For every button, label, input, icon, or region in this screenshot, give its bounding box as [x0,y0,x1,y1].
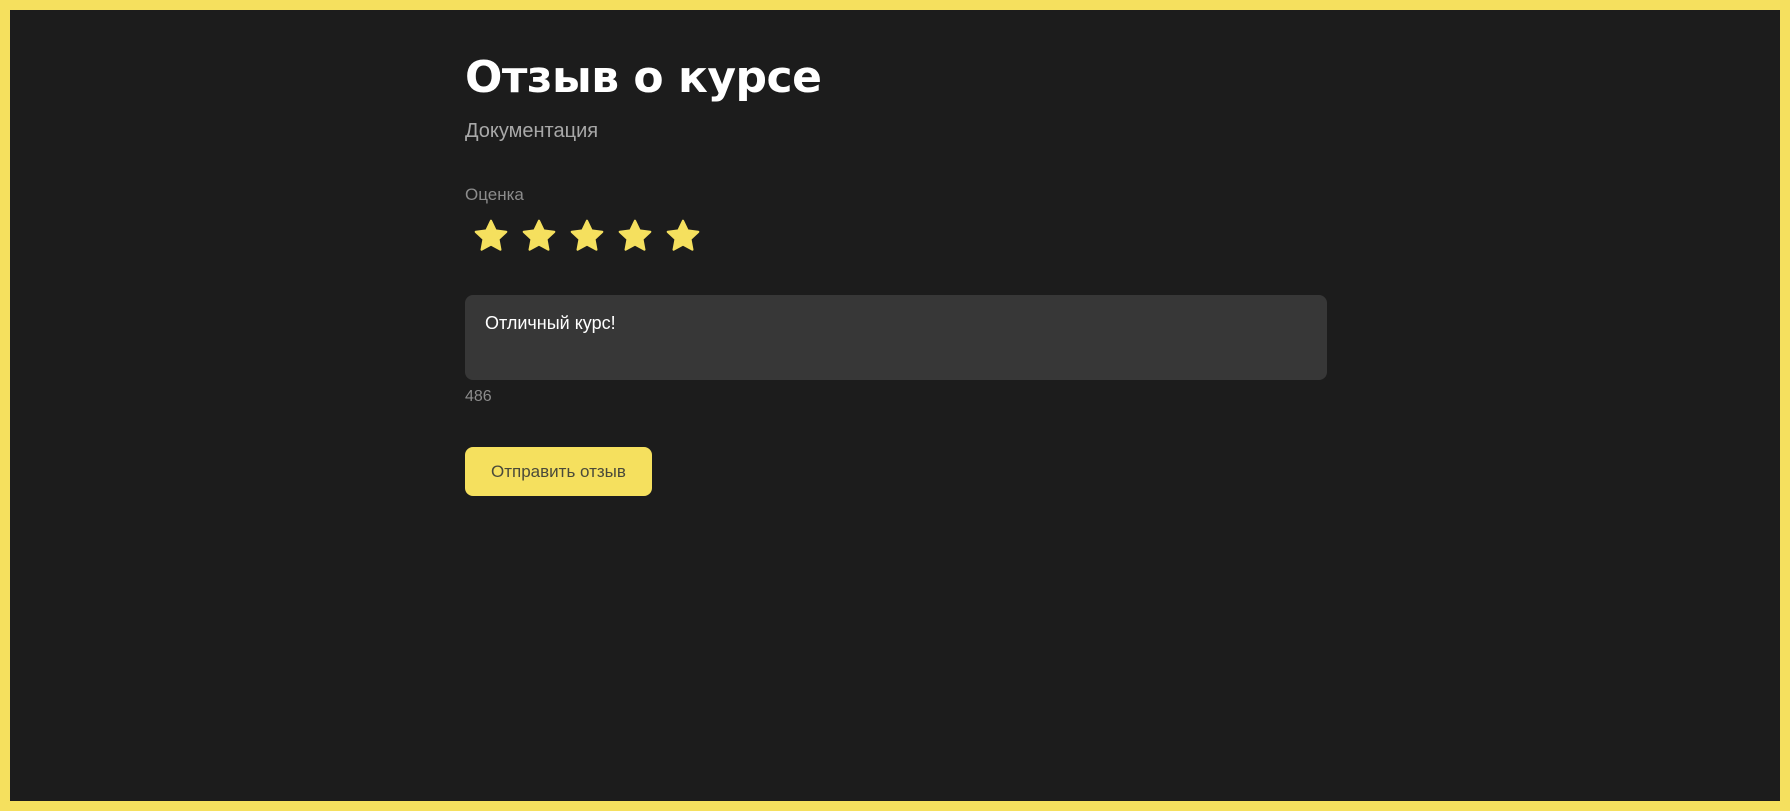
course-name: Документация [465,120,599,142]
page-title: Отзыв о курсе [465,52,822,103]
submit-review-button[interactable]: Отправить отзыв [465,447,652,496]
page-frame: Отзыв о курсе Документация Оценка 486 От… [0,0,1790,811]
review-textarea[interactable] [465,295,1327,380]
star-icon[interactable] [617,218,653,254]
review-form: Отзыв о курсе Документация Оценка 486 От… [465,50,1335,496]
star-icon[interactable] [569,218,605,254]
rating-label: Оценка [465,185,524,204]
star-icon[interactable] [665,218,701,254]
star-icon[interactable] [521,218,557,254]
char-counter: 486 [465,388,492,405]
star-rating[interactable] [473,216,1335,256]
star-icon[interactable] [473,218,509,254]
